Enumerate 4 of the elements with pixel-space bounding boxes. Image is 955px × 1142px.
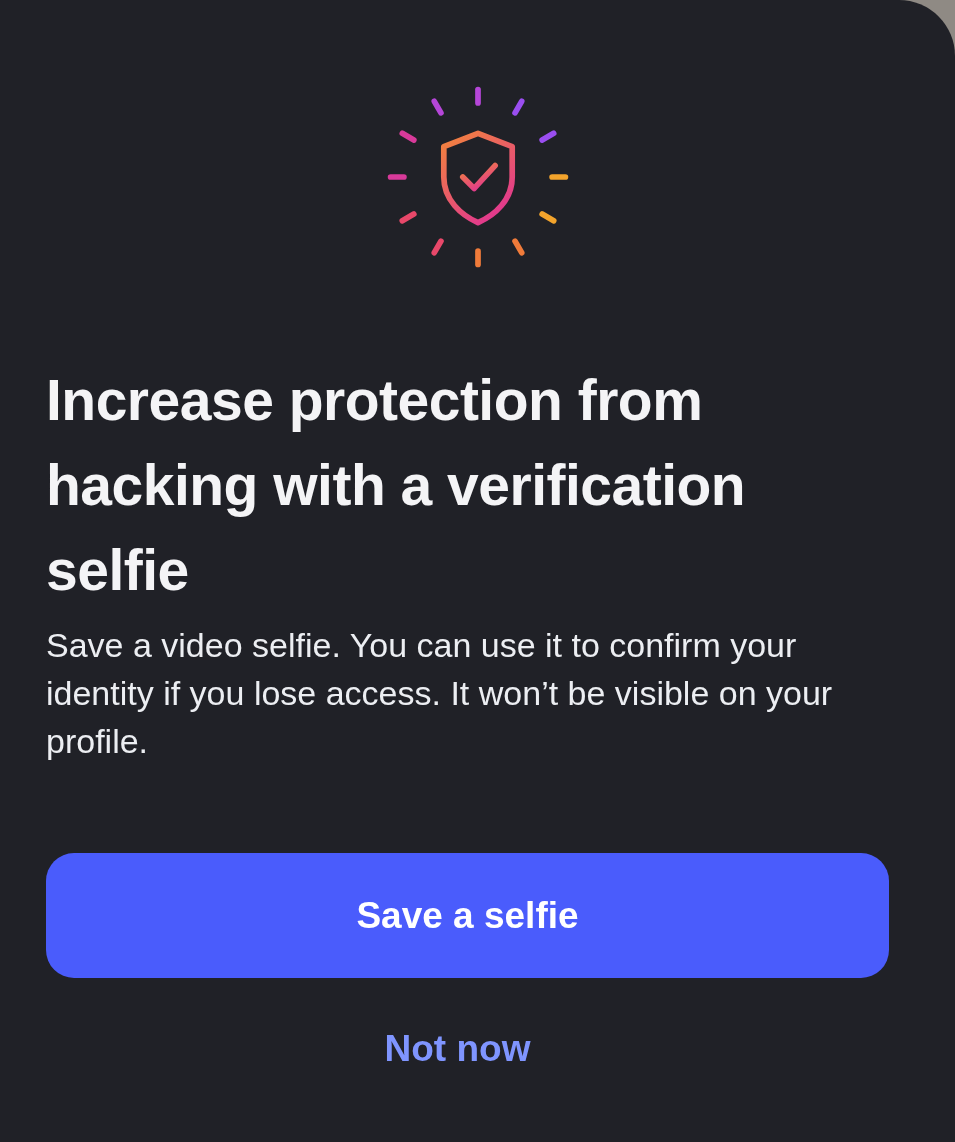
dialog-title: Increase protection from hacking with a verification selfie (46, 367, 747, 604)
save-selfie-button[interactable]: Save a selfie (46, 853, 889, 978)
not-now-button[interactable]: Not now (376, 1024, 539, 1074)
dialog-description: Save a video selfie. You can use it to confirm your identity if you lose access. It won’t be visible on your profile. (46, 625, 834, 762)
